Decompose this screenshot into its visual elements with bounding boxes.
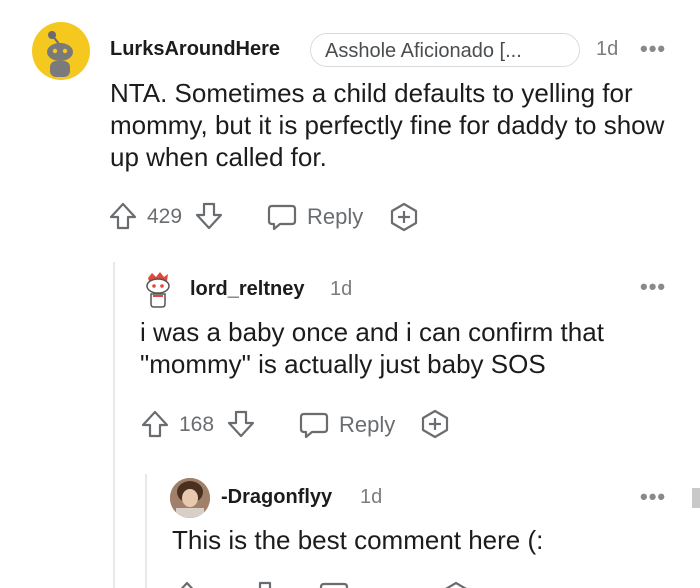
avatar[interactable] xyxy=(32,22,90,80)
comment-lord-reltney: lord_reltney 1d ••• i was a baby once an… xyxy=(0,262,700,462)
comment-bubble-icon xyxy=(299,412,329,439)
scrollbar-thumb[interactable] xyxy=(692,488,700,508)
username[interactable]: LurksAroundHere xyxy=(110,38,280,61)
award-icon[interactable] xyxy=(388,201,420,233)
timestamp: 1d xyxy=(360,486,383,508)
reply-label: Reply xyxy=(307,204,364,229)
comment-dragonflyy: -Dragonflyy 1d ••• This is the best comm… xyxy=(0,474,700,588)
avatar[interactable] xyxy=(140,270,176,310)
profile-photo-icon xyxy=(170,478,210,518)
comment-body: i was a baby once and i can confirm that… xyxy=(140,317,604,379)
reply-button[interactable]: Reply xyxy=(266,201,366,233)
downvote-icon[interactable] xyxy=(250,580,280,588)
username[interactable]: -Dragonflyy xyxy=(221,486,332,509)
vote-count: 168 xyxy=(179,413,215,436)
upvote-icon[interactable] xyxy=(172,580,202,588)
comment-body: NTA. Sometimes a child defaults to yelli… xyxy=(110,78,665,172)
comment-lurksaroundhere: LurksAroundHere Asshole Aficionado [... … xyxy=(0,0,700,250)
snoo-avatar-icon xyxy=(47,31,73,77)
snoo-avatar-icon xyxy=(146,272,170,308)
reply-button[interactable] xyxy=(318,580,350,588)
comment-body: This is the best comment here (: xyxy=(172,525,544,555)
username[interactable]: lord_reltney xyxy=(190,278,304,301)
avatar[interactable] xyxy=(170,478,210,518)
vote-count: 429 xyxy=(147,205,183,228)
more-options-icon[interactable]: ••• xyxy=(640,486,666,508)
upvote-icon[interactable] xyxy=(140,409,170,439)
comment-bubble-icon xyxy=(319,582,349,588)
upvote-icon[interactable] xyxy=(108,201,138,231)
reply-label: Reply xyxy=(339,412,396,437)
user-flair[interactable]: Asshole Aficionado [... xyxy=(310,33,580,67)
more-options-icon[interactable]: ••• xyxy=(640,38,666,60)
award-icon[interactable] xyxy=(419,408,451,440)
comment-bubble-icon xyxy=(267,204,297,231)
award-icon[interactable] xyxy=(440,580,472,588)
downvote-icon[interactable] xyxy=(226,409,256,439)
timestamp: 1d xyxy=(596,38,619,60)
downvote-icon[interactable] xyxy=(194,201,224,231)
reply-button[interactable]: Reply xyxy=(298,409,398,441)
timestamp: 1d xyxy=(330,278,353,300)
more-options-icon[interactable]: ••• xyxy=(640,276,666,298)
